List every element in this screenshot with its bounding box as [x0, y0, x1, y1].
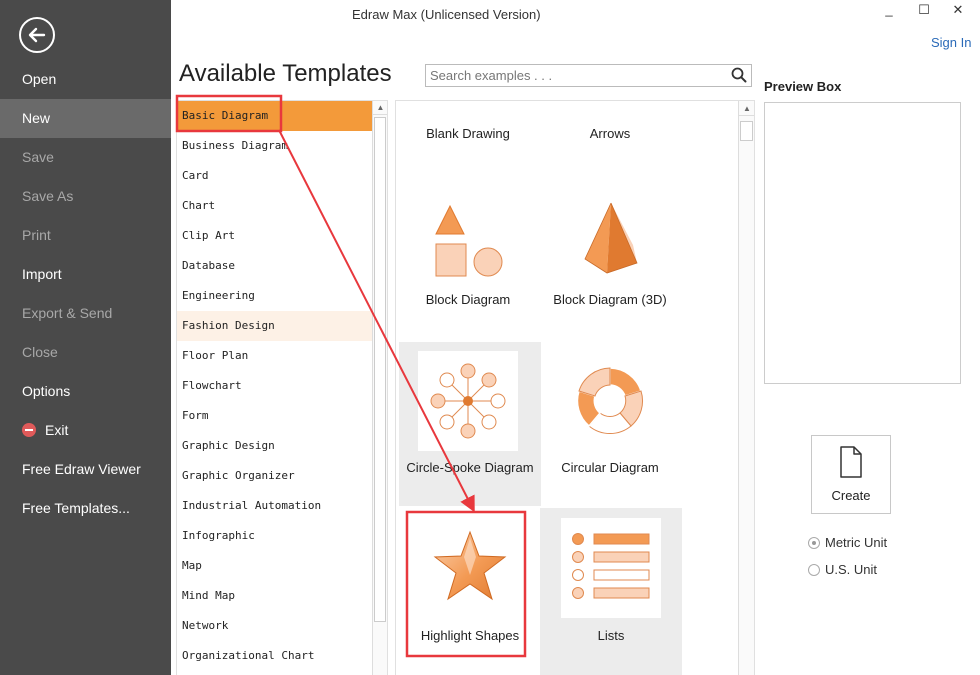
menu-open[interactable]: Open: [0, 60, 171, 99]
star-icon: [433, 530, 507, 601]
new-document-icon: [840, 446, 862, 478]
scroll-up-arrow-icon[interactable]: ▲: [373, 101, 387, 115]
menu-save-as[interactable]: Save As: [0, 177, 171, 216]
us-unit-radio[interactable]: U.S. Unit: [808, 562, 877, 577]
radio-icon: [808, 564, 820, 576]
thumbnail-frame: [418, 351, 518, 451]
template-circle-spoke-diagram[interactable]: Circle-Spoke Diagram: [399, 342, 541, 506]
minimize-button[interactable]: _: [879, 2, 899, 17]
category-item-network[interactable]: Network: [177, 611, 372, 641]
menu-export-send[interactable]: Export & Send: [0, 294, 171, 333]
category-item-engineering[interactable]: Engineering: [177, 281, 372, 311]
menu-new[interactable]: New: [0, 99, 171, 138]
scrollbar-thumb[interactable]: [740, 121, 753, 141]
menu-free-edraw-viewer[interactable]: Free Edraw Viewer: [0, 450, 171, 489]
category-item-chart[interactable]: Chart: [177, 191, 372, 221]
menu-exit[interactable]: Exit: [0, 411, 171, 450]
menu-free-templates[interactable]: Free Templates...: [0, 489, 171, 528]
block-diagram-icon: [435, 204, 503, 277]
category-item-map[interactable]: Map: [177, 551, 372, 581]
menu-print[interactable]: Print: [0, 216, 171, 255]
circular-diagram-icon: [576, 367, 643, 435]
category-item-industrial-automation[interactable]: Industrial Automation: [177, 491, 372, 521]
category-item-mind-map[interactable]: Mind Map: [177, 581, 372, 611]
template-arrows[interactable]: Arrows: [539, 101, 681, 201]
category-item-organizational-chart[interactable]: Organizational Chart: [177, 641, 372, 671]
category-item-graphic-organizer[interactable]: Graphic Organizer: [177, 461, 372, 491]
sign-in-link[interactable]: Sign In: [931, 35, 971, 50]
category-list: Basic Diagram Business Diagram Card Char…: [176, 100, 388, 675]
preview-title: Preview Box: [764, 79, 842, 94]
category-scrollbar[interactable]: ▲: [372, 101, 387, 675]
backstage-sidebar: Open New Save Save As Print Import Expor…: [0, 0, 171, 675]
pyramid-icon: [584, 202, 638, 274]
menu-import[interactable]: Import: [0, 255, 171, 294]
category-item-infographic[interactable]: Infographic: [177, 521, 372, 551]
thumbnail-frame: [561, 518, 661, 618]
template-lists[interactable]: Lists: [540, 508, 682, 675]
exit-icon: [22, 423, 36, 437]
menu-close[interactable]: Close: [0, 333, 171, 372]
category-item-graphic-design[interactable]: Graphic Design: [177, 431, 372, 461]
category-item-flowchart[interactable]: Flowchart: [177, 371, 372, 401]
category-item-business-diagram[interactable]: Business Diagram: [177, 131, 372, 161]
search-box: [425, 64, 752, 87]
template-circular-diagram[interactable]: Circular Diagram: [539, 342, 681, 506]
preview-box: [764, 102, 961, 384]
template-scrollbar[interactable]: ▲: [738, 101, 754, 675]
maximize-button[interactable]: ☐: [914, 2, 934, 18]
category-item-basic-diagram[interactable]: Basic Diagram: [177, 101, 372, 131]
close-button[interactable]: ✕: [948, 2, 968, 18]
create-button[interactable]: Create: [811, 435, 891, 514]
window-title: Edraw Max (Unlicensed Version): [352, 7, 541, 22]
circle-spoke-icon: [430, 363, 506, 439]
menu-save[interactable]: Save: [0, 138, 171, 177]
category-item-fashion-design[interactable]: Fashion Design: [177, 311, 372, 341]
search-icon[interactable]: [731, 67, 747, 88]
template-highlight-shapes[interactable]: Highlight Shapes: [399, 508, 541, 675]
category-item-form[interactable]: Form: [177, 401, 372, 431]
category-item-floor-plan[interactable]: Floor Plan: [177, 341, 372, 371]
scroll-up-arrow-icon[interactable]: ▲: [739, 101, 754, 116]
search-input[interactable]: [426, 65, 716, 86]
category-item-card[interactable]: Card: [177, 161, 372, 191]
page-title: Available Templates: [179, 60, 392, 87]
template-block-diagram-3d[interactable]: Block Diagram (3D): [539, 196, 681, 341]
template-blank-drawing[interactable]: Blank Drawing: [397, 101, 539, 201]
menu-options[interactable]: Options: [0, 372, 171, 411]
scrollbar-thumb[interactable]: [374, 117, 386, 622]
back-arrow-icon[interactable]: [19, 17, 55, 53]
metric-unit-radio[interactable]: Metric Unit: [808, 535, 887, 550]
radio-icon: [808, 537, 820, 549]
template-block-diagram[interactable]: Block Diagram: [397, 196, 539, 341]
category-item-clip-art[interactable]: Clip Art: [177, 221, 372, 251]
lists-icon: [572, 533, 650, 599]
category-item-database[interactable]: Database: [177, 251, 372, 281]
template-grid: Blank Drawing Arrows Block Diagram Block…: [395, 100, 755, 675]
